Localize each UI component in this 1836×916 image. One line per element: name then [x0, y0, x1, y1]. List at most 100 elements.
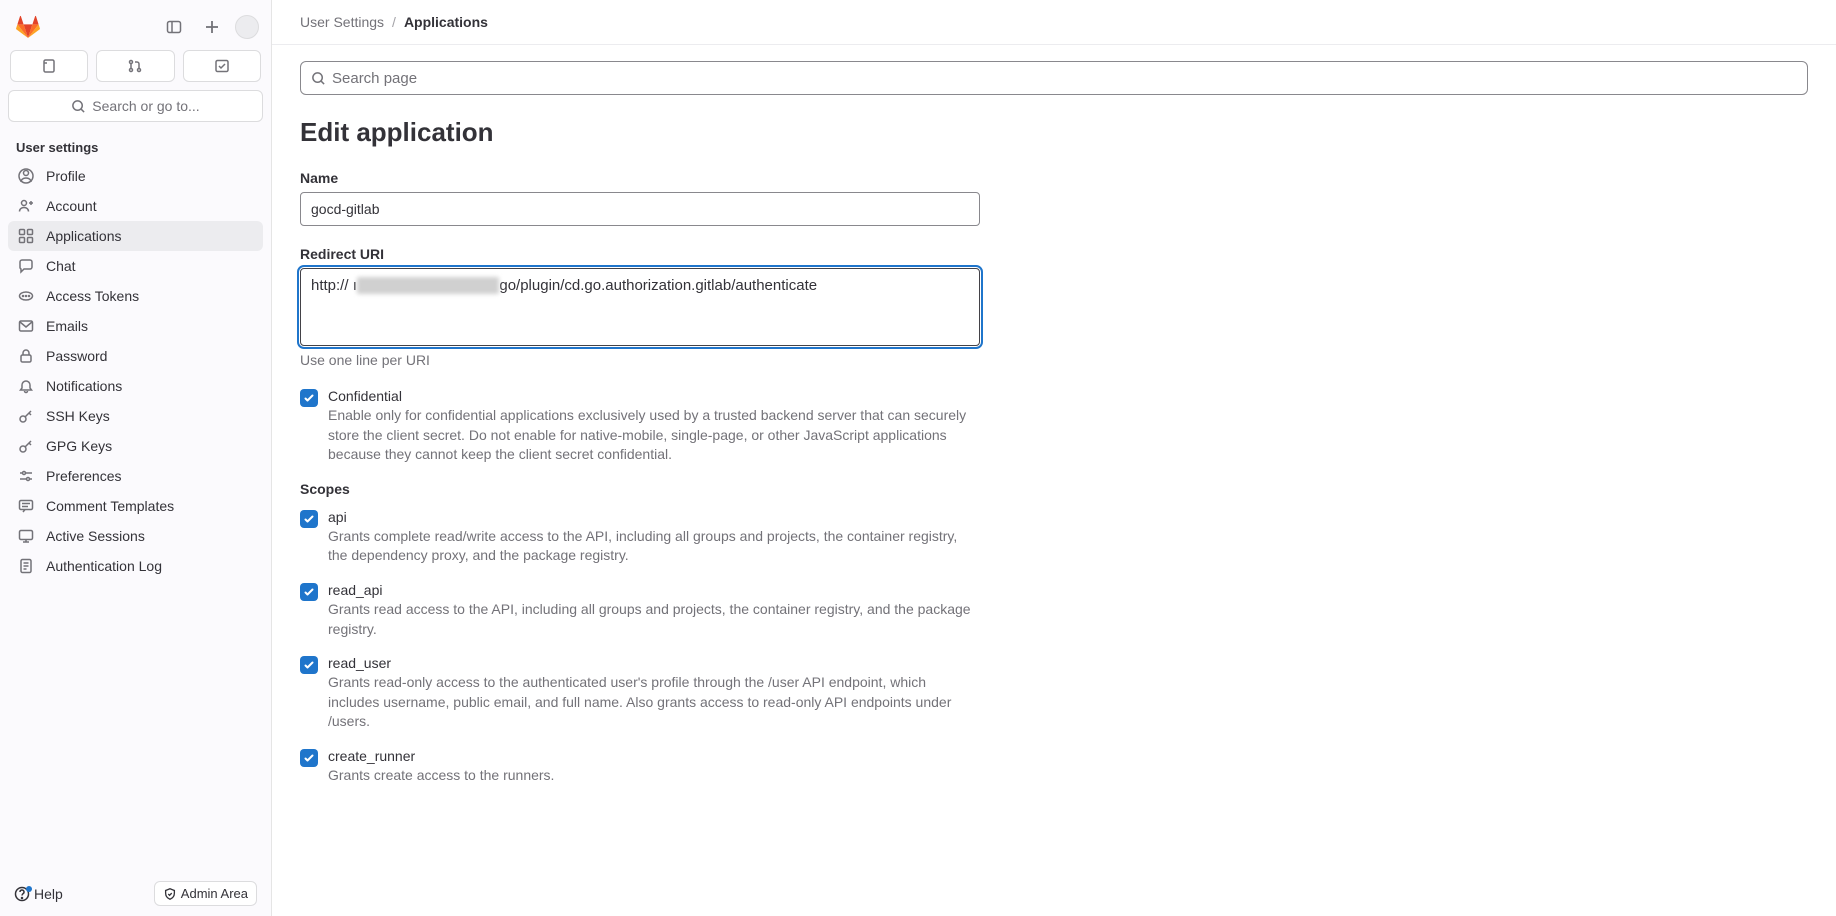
preferences-icon — [18, 468, 34, 484]
confidential-checkbox[interactable] — [300, 389, 318, 407]
help-link[interactable]: Help — [14, 886, 63, 902]
sidebar-item-access-tokens[interactable]: Access Tokens — [8, 281, 263, 311]
account-icon — [18, 198, 34, 214]
token-icon — [18, 288, 34, 304]
sidebar-item-ssh-keys[interactable]: SSH Keys — [8, 401, 263, 431]
sidebar-item-label: Chat — [46, 258, 76, 274]
help-label: Help — [34, 886, 63, 902]
redirect-uri-group: Redirect URI http:// ıxxxxxxxxxxxxxxxxxx… — [300, 246, 980, 368]
scope-checkbox-read_api[interactable] — [300, 583, 318, 601]
check-icon — [303, 752, 315, 764]
sidebar-item-label: Password — [46, 348, 107, 364]
sidebar-footer: Help Admin Area — [8, 873, 263, 908]
scope-description: Grants read access to the API, including… — [328, 600, 980, 639]
search-icon — [311, 71, 326, 86]
admin-icon — [163, 887, 177, 901]
sidebar-item-emails[interactable]: Emails — [8, 311, 263, 341]
sidebar: Search or go to... User settings Profile… — [0, 0, 272, 916]
quick-actions — [8, 50, 263, 90]
sidebar-item-label: Applications — [46, 228, 122, 244]
plus-icon[interactable] — [197, 12, 227, 42]
scope-description: Grants create access to the runners. — [328, 766, 980, 786]
page-search-input[interactable] — [332, 70, 1797, 87]
sidebar-item-label: Comment Templates — [46, 498, 174, 514]
sidebar-item-profile[interactable]: Profile — [8, 161, 263, 191]
sidebar-item-label: Active Sessions — [46, 528, 145, 544]
redacted-text: xxxxxxxxxxxxxxxxxxx — [357, 277, 500, 294]
sidebar-item-authentication-log[interactable]: Authentication Log — [8, 551, 263, 581]
sidebar-item-account[interactable]: Account — [8, 191, 263, 221]
scope-checkbox-read_user[interactable] — [300, 656, 318, 674]
breadcrumb: User Settings / Applications — [272, 0, 1836, 45]
scope-description: Grants complete read/write access to the… — [328, 527, 980, 566]
search-button[interactable]: Search or go to... — [8, 90, 263, 122]
panel-toggle-icon[interactable] — [159, 12, 189, 42]
check-icon — [303, 513, 315, 525]
name-group: Name — [300, 170, 980, 226]
confidential-description: Enable only for confidential application… — [328, 406, 980, 465]
sidebar-item-gpg-keys[interactable]: GPG Keys — [8, 431, 263, 461]
scope-description: Grants read-only access to the authentic… — [328, 673, 980, 732]
comment-icon — [18, 498, 34, 514]
mail-icon — [18, 318, 34, 334]
merge-requests-button[interactable] — [96, 50, 174, 82]
name-input[interactable] — [300, 192, 980, 226]
sidebar-section-title: User settings — [8, 134, 263, 161]
bell-icon — [18, 378, 34, 394]
gitlab-logo-icon[interactable] — [16, 15, 40, 39]
scope-checkbox-create_runner[interactable] — [300, 749, 318, 767]
admin-area-label: Admin Area — [181, 886, 248, 901]
redirect-uri-help: Use one line per URI — [300, 352, 980, 368]
scope-row-read_api: read_api Grants read access to the API, … — [300, 582, 980, 639]
scope-label: create_runner — [328, 748, 980, 764]
scopes-header: Scopes — [300, 481, 1808, 497]
sidebar-item-applications[interactable]: Applications — [8, 221, 263, 251]
page-search[interactable] — [300, 61, 1808, 95]
search-icon — [71, 99, 86, 114]
scope-row-create_runner: create_runner Grants create access to th… — [300, 748, 980, 786]
sidebar-item-chat[interactable]: Chat — [8, 251, 263, 281]
scope-row-api: api Grants complete read/write access to… — [300, 509, 980, 566]
scope-label: read_api — [328, 582, 980, 598]
issues-button[interactable] — [10, 50, 88, 82]
sidebar-item-notifications[interactable]: Notifications — [8, 371, 263, 401]
sidebar-header — [8, 8, 263, 50]
check-icon — [303, 659, 315, 671]
applications-icon — [18, 228, 34, 244]
scope-row-read_user: read_user Grants read-only access to the… — [300, 655, 980, 732]
sidebar-item-preferences[interactable]: Preferences — [8, 461, 263, 491]
scope-label: api — [328, 509, 980, 525]
sidebar-item-label: Emails — [46, 318, 88, 334]
chat-icon — [18, 258, 34, 274]
sidebar-item-label: GPG Keys — [46, 438, 112, 454]
content-area: Edit application Name Redirect URI http:… — [272, 45, 1836, 916]
sidebar-item-label: Preferences — [46, 468, 121, 484]
breadcrumb-current: Applications — [404, 14, 488, 30]
redirect-uri-input[interactable]: http:// ıxxxxxxxxxxxxxxxxxxxɡo/plugin/cd… — [300, 268, 980, 346]
lock-icon — [18, 348, 34, 364]
key-icon — [18, 408, 34, 424]
sidebar-item-label: Notifications — [46, 378, 122, 394]
breadcrumb-parent[interactable]: User Settings — [300, 14, 384, 30]
search-label: Search or go to... — [92, 98, 199, 114]
sidebar-item-password[interactable]: Password — [8, 341, 263, 371]
sidebar-item-label: Account — [46, 198, 97, 214]
admin-area-button[interactable]: Admin Area — [154, 881, 257, 906]
user-avatar[interactable] — [235, 15, 259, 39]
profile-icon — [18, 168, 34, 184]
confidential-label: Confidential — [328, 388, 980, 404]
sidebar-item-label: Authentication Log — [46, 558, 162, 574]
check-icon — [303, 586, 315, 598]
sidebar-item-active-sessions[interactable]: Active Sessions — [8, 521, 263, 551]
scope-label: read_user — [328, 655, 980, 671]
key-icon — [18, 438, 34, 454]
sidebar-item-comment-templates[interactable]: Comment Templates — [8, 491, 263, 521]
page-title: Edit application — [300, 117, 1808, 148]
todos-button[interactable] — [183, 50, 261, 82]
check-icon — [303, 392, 315, 404]
scope-checkbox-api[interactable] — [300, 510, 318, 528]
monitor-icon — [18, 528, 34, 544]
sidebar-item-label: Profile — [46, 168, 86, 184]
notification-dot-icon — [26, 886, 32, 892]
sidebar-item-label: Access Tokens — [46, 288, 139, 304]
